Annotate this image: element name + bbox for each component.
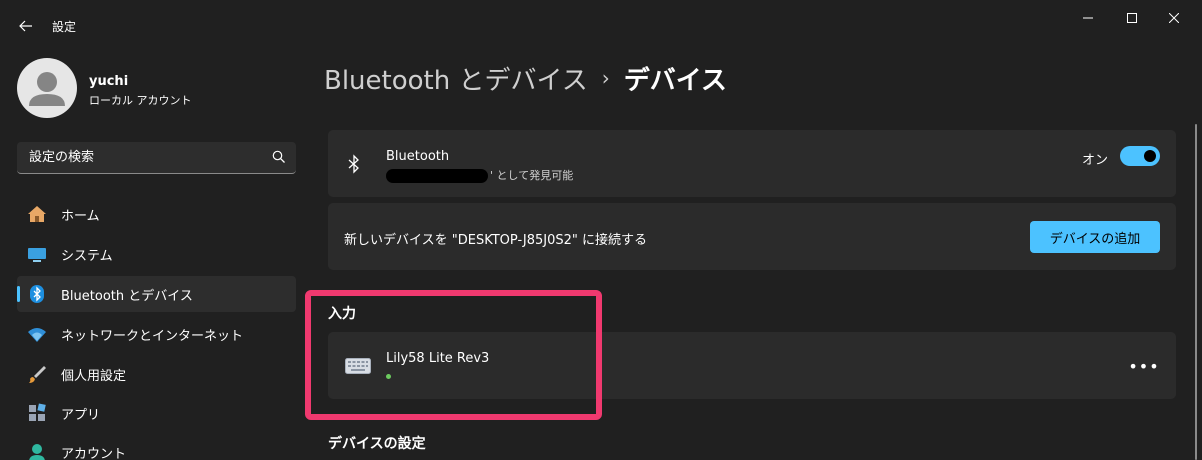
device-name: Lily58 Lite Rev3 [386,351,490,366]
connected-status-dot [386,374,391,379]
input-section-heading: 入力 [328,306,356,322]
bluetooth-toggle[interactable] [1120,146,1160,166]
profile-name: yuchi [89,74,129,89]
sidebar-item-bluetooth[interactable]: Bluetooth とデバイス [17,276,296,312]
sidebar-item-label: ホーム [61,209,100,224]
apps-icon [27,403,47,423]
more-options-button[interactable]: ••• [1128,354,1158,378]
keyboard-icon [344,356,372,376]
toggle-knob [1144,150,1156,162]
search-icon[interactable] [272,150,286,164]
toggle-label: オン [1081,153,1108,168]
connect-device-text: 新しいデバイスを "DESKTOP-J85J0S2" に接続する [344,233,647,248]
minimize-icon [1083,17,1093,19]
title-bar: 設定 [0,0,1202,48]
sidebar-item-network[interactable]: ネットワークとインターネット [17,316,296,352]
bluetooth-icon [344,154,364,174]
add-device-card: 新しいデバイスを "DESKTOP-J85J0S2" に接続する デバイスの追加 [328,203,1176,270]
close-icon [1169,13,1179,23]
close-button[interactable] [1154,6,1194,30]
system-icon [27,244,47,264]
discoverable-text: ' として発見可能 [386,167,573,183]
back-arrow-icon [19,20,32,32]
discoverable-suffix: ' として発見可能 [490,169,574,182]
breadcrumb: Bluetooth とデバイス › デバイス [324,58,727,98]
minimize-button[interactable] [1068,6,1108,30]
redacted-device-name [386,169,488,183]
wifi-icon [27,324,47,344]
device-card[interactable]: Lily58 Lite Rev3 ••• [328,332,1176,399]
breadcrumb-separator: › [601,66,610,90]
sidebar-item-label: アカウント [61,447,127,460]
account-icon [27,442,47,460]
sidebar-item-system[interactable]: システム [17,236,296,272]
page-title: デバイス [623,65,727,96]
avatar[interactable] [17,58,77,118]
sidebar-item-home[interactable]: ホーム [17,196,296,232]
sidebar-item-label: 個人用設定 [61,369,127,384]
bluetooth-card: Bluetooth ' として発見可能 オン [328,130,1176,197]
maximize-button[interactable] [1112,6,1152,30]
bluetooth-icon [27,284,47,304]
brush-icon [27,364,47,384]
device-settings-heading: デバイスの設定 [328,436,426,452]
scrollbar[interactable] [1195,124,1197,460]
add-device-button[interactable]: デバイスの追加 [1030,221,1160,253]
account-type: ローカル アカウント [89,94,192,107]
sidebar-item-label: ネットワークとインターネット [61,329,244,344]
bluetooth-title: Bluetooth [386,149,450,164]
sidebar-item-label: Bluetooth とデバイス [61,289,193,304]
user-avatar-icon [29,72,65,106]
sidebar-item-accounts[interactable]: アカウント [17,434,296,460]
sidebar-item-personalization[interactable]: 個人用設定 [17,356,296,392]
active-indicator [17,286,20,302]
sidebar-item-label: システム [61,249,113,264]
search-box [17,142,296,174]
home-icon [27,204,47,224]
back-button[interactable] [14,14,38,38]
app-title: 設定 [52,20,77,34]
search-input[interactable] [17,142,257,172]
maximize-icon [1127,13,1137,23]
breadcrumb-parent[interactable]: Bluetooth とデバイス [324,60,588,97]
sidebar-item-apps[interactable]: アプリ [17,395,296,431]
sidebar-item-label: アプリ [61,408,101,423]
